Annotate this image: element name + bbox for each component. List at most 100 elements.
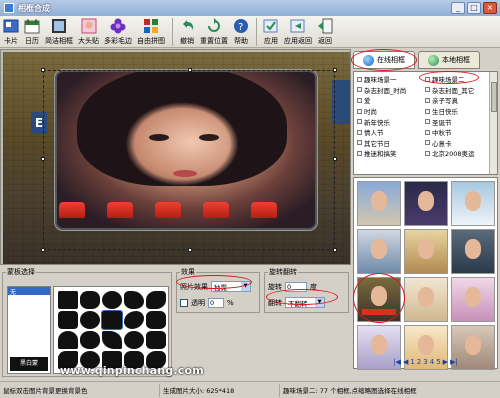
transparency-checkbox[interactable]	[180, 298, 188, 307]
category-item[interactable]: 圣诞节	[425, 116, 487, 127]
last-page-button[interactable]: ▶|	[450, 358, 458, 366]
apply-return-icon	[290, 18, 306, 34]
mask-shape[interactable]	[102, 291, 122, 309]
page-link-5[interactable]: 5	[436, 358, 440, 366]
mask-shape[interactable]	[146, 311, 166, 329]
globe-online-icon	[363, 54, 374, 66]
close-button[interactable]: ×	[483, 2, 497, 14]
toolbar-button-simple-frame[interactable]: 简洁相框	[45, 16, 73, 48]
frame-thumbnail[interactable]	[451, 181, 495, 226]
category-item[interactable]: 新年快乐	[357, 116, 419, 127]
mask-shape[interactable]	[146, 331, 166, 349]
resize-handle[interactable]	[333, 248, 337, 252]
category-item[interactable]: 情人节	[357, 127, 419, 138]
toolbar-button-card[interactable]: 卡片	[3, 16, 19, 48]
resize-handle[interactable]	[188, 248, 192, 252]
toolbar-button-reset[interactable]: 重置位置	[200, 16, 228, 48]
photo-effect-row: 照片效果 独霓 ▼	[180, 280, 259, 293]
thumb-face	[370, 191, 388, 212]
first-page-button[interactable]: |◀	[393, 358, 401, 366]
mask-list-item[interactable]	[8, 311, 50, 319]
toolbar-button-calendar[interactable]: 日历	[24, 16, 40, 48]
mask-shape[interactable]	[146, 291, 166, 309]
transparency-input[interactable]: 0	[208, 297, 224, 308]
category-bullet-icon	[357, 150, 362, 156]
category-item[interactable]: 北京2008奥运	[425, 148, 487, 159]
frame-thumbnail[interactable]	[404, 229, 448, 274]
mask-list-item[interactable]	[8, 303, 50, 311]
rotate-input[interactable]: 0	[285, 281, 307, 292]
thumb-face	[370, 239, 388, 260]
frame-thumbnail-selected[interactable]	[357, 277, 401, 322]
tab-online-frames[interactable]: 在线相框	[353, 51, 415, 69]
toolbar-button-puzzle[interactable]: 自由拼图	[137, 16, 165, 48]
frame-browser-panel: 在线相框 本地相框 趣味场景一 趣味场景二 杂志封面_时尚 杂志封面_其它 爱 …	[351, 49, 500, 379]
mask-shape[interactable]	[58, 331, 78, 349]
category-item[interactable]: 趣味场景一	[357, 74, 419, 85]
page-link-4[interactable]: 4	[430, 358, 434, 366]
resize-handle[interactable]	[41, 248, 45, 252]
category-scrollbar[interactable]	[489, 72, 497, 174]
photo-effect-select[interactable]: 独霓 ▼	[211, 281, 251, 292]
mask-shape[interactable]	[58, 291, 78, 309]
mask-shape[interactable]	[80, 311, 100, 329]
frame-thumbnail[interactable]	[451, 277, 495, 322]
flip-select[interactable]: 不翻转 ▼	[285, 297, 325, 308]
black-mask-button[interactable]: 黑白蒙	[10, 357, 48, 371]
category-item[interactable]: 推迷和搞笑	[357, 148, 419, 159]
toolbar-button-undo[interactable]: 撤销	[179, 16, 195, 48]
maximize-button[interactable]: □	[467, 2, 481, 14]
scrollbar-thumb[interactable]	[491, 82, 497, 112]
category-item[interactable]: 时尚	[357, 106, 419, 117]
resize-handle[interactable]	[188, 68, 192, 72]
mask-shape[interactable]	[80, 291, 100, 309]
selection-box[interactable]	[41, 68, 337, 252]
mask-shape[interactable]	[102, 331, 122, 349]
prev-page-button[interactable]: ◀	[403, 358, 408, 366]
category-item[interactable]: 中秋节	[425, 127, 487, 138]
frame-thumbnail[interactable]	[451, 229, 495, 274]
thumb-face	[464, 335, 482, 356]
resize-handle[interactable]	[333, 68, 337, 72]
category-item[interactable]: 杂志封面_其它	[425, 85, 487, 96]
toolbar-button-apply[interactable]: 应用	[263, 16, 279, 48]
mask-list-item[interactable]	[8, 295, 50, 303]
tab-local-frames[interactable]: 本地相框	[418, 51, 480, 69]
minimize-button[interactable]: _	[451, 2, 465, 14]
toolbar-button-sticker[interactable]: 大头贴	[78, 16, 99, 48]
mask-shape-selected[interactable]	[101, 310, 123, 330]
window-title: 相框合成	[18, 3, 50, 13]
category-item[interactable]: 其它节日	[357, 138, 419, 149]
category-item-selected[interactable]: 趣味场景二	[425, 74, 487, 85]
frame-thumbnail[interactable]	[357, 181, 401, 226]
toolbar-button-flower[interactable]: 多彩毛边	[104, 16, 132, 48]
mask-shape[interactable]	[58, 311, 78, 329]
category-item[interactable]: 爱	[357, 95, 419, 106]
category-item[interactable]: 生日快乐	[425, 106, 487, 117]
mask-shape[interactable]	[80, 331, 100, 349]
page-link-1[interactable]: 1	[410, 358, 414, 366]
mask-type-list[interactable]: 无 黑白蒙	[7, 286, 51, 374]
frame-thumbnail[interactable]	[404, 181, 448, 226]
toolbar-button-apply-return[interactable]: 应用返回	[284, 16, 312, 48]
mask-list-item[interactable]: 无	[8, 287, 50, 295]
category-item[interactable]: 亲子写真	[425, 95, 487, 106]
next-page-button[interactable]: ▶	[443, 358, 448, 366]
resize-handle[interactable]	[41, 157, 45, 161]
page-link-3[interactable]: 3	[423, 358, 427, 366]
category-item[interactable]: 杂志封面_时尚	[357, 85, 419, 96]
transparency-row: 透明 0 %	[180, 296, 259, 309]
category-item[interactable]: 心意卡	[425, 138, 487, 149]
page-link-2[interactable]: 2	[417, 358, 421, 366]
resize-handle[interactable]	[41, 68, 45, 72]
photo-canvas[interactable]: E	[0, 49, 351, 265]
mask-shape[interactable]	[124, 291, 144, 309]
frame-thumbnail[interactable]	[357, 229, 401, 274]
toolbar-button-return[interactable]: 返回	[317, 16, 333, 48]
resize-handle[interactable]	[333, 157, 337, 161]
toolbar-button-help[interactable]: ? 帮助	[233, 16, 249, 48]
category-bullet-icon	[357, 129, 362, 135]
frame-thumbnail[interactable]	[404, 277, 448, 322]
mask-shape[interactable]	[124, 311, 144, 329]
mask-shape[interactable]	[124, 331, 144, 349]
